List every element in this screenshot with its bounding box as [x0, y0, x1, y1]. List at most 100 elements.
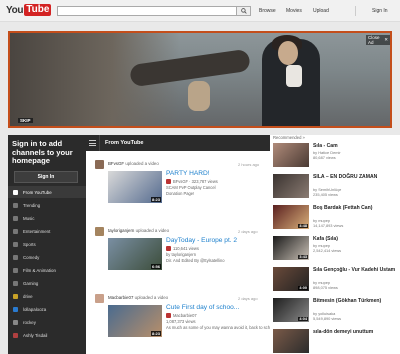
- sidebar-item[interactable]: drive: [8, 290, 86, 302]
- video-title[interactable]: DayToday - Europe pt. 2: [166, 237, 237, 244]
- video-thumbnail[interactable]: 8:23: [108, 171, 162, 203]
- sidebar-item[interactable]: Gaming: [8, 277, 86, 289]
- sidebar-item-icon: [12, 189, 19, 196]
- sidebar-item-label: Music: [23, 215, 35, 221]
- recommended-video[interactable]: SILA – EN DOĞRU ZAMAN by SemihUnlüçe 235,4…: [273, 174, 397, 204]
- video-title[interactable]: Cute First day of schoo...: [166, 304, 239, 311]
- user-avatar[interactable]: [95, 160, 104, 169]
- video-description-2: Donation Page!: [166, 191, 195, 196]
- video-duration: 6:56: [150, 264, 161, 269]
- video-title[interactable]: PARTY HARD!: [166, 170, 210, 177]
- recommended-title[interactable]: Sıla Gençoğlu - Vur Kadehi Ustam: [313, 267, 397, 273]
- signin-promo-text: Sign in to add channels to your homepage: [12, 139, 73, 166]
- recommended-title[interactable]: Sıla - Cam: [313, 143, 397, 149]
- search-button[interactable]: [237, 6, 251, 16]
- recommended-title[interactable]: SILA – EN DOĞRU ZAMAN: [313, 174, 397, 180]
- guide-sidebar: Sign in to add channels to your homepage…: [8, 135, 86, 354]
- video-meta-text: 110,641 views: [173, 246, 199, 251]
- video-duration: 4:48: [298, 224, 308, 228]
- sidebar-item-icon: [12, 254, 19, 261]
- upload-age: 2 days ago: [238, 228, 258, 234]
- skip-button[interactable]: SKIP: [18, 118, 33, 123]
- recommended-heading[interactable]: Recommended »: [273, 135, 305, 140]
- video-thumbnail[interactable]: 8:23: [108, 305, 162, 337]
- recommended-video[interactable]: Sıla - Cam by Hatice Demir 80,687 views: [273, 143, 397, 173]
- sidebar-item[interactable]: Sports: [8, 238, 86, 250]
- uploader-name[interactable]: tayloriganjern: [108, 228, 134, 233]
- nav-divider: [355, 6, 356, 16]
- uploader-name[interactable]: Macbarbie07: [108, 295, 133, 300]
- user-avatar[interactable]: [95, 227, 104, 236]
- recommended-video[interactable]: 4:48 Boş Bardak (Fettah Can) by mupep 14,14…: [273, 205, 397, 235]
- banner-ad[interactable]: SKIP Close Ad ✕: [8, 31, 392, 128]
- search-input[interactable]: [57, 6, 237, 16]
- sidebar-item-icon: [12, 306, 19, 313]
- nav-movies[interactable]: Movies: [286, 8, 302, 14]
- recommended-video[interactable]: 4:04 Bitmesin (Gökhan Türkmen) by yolluisa…: [273, 298, 397, 328]
- sidebar-item-label: Entertainment: [23, 228, 51, 234]
- sidebar-item-icon: [12, 241, 19, 248]
- close-ad-label: Close Ad: [368, 35, 380, 45]
- youtube-homepage: You Tube Browse Movies Upload Sign In SK…: [0, 0, 400, 354]
- sidebar-item-icon: [12, 332, 19, 339]
- close-icon: ✕: [384, 37, 388, 42]
- recommended-title[interactable]: Bitmesin (Gökhan Türkmen): [313, 298, 397, 304]
- recommended-thumbnail[interactable]: 4:48: [273, 205, 309, 229]
- user-avatar[interactable]: [95, 294, 104, 303]
- nav-upload[interactable]: Upload: [313, 8, 329, 14]
- upload-action: uploaded a video: [125, 161, 159, 166]
- sidebar-item[interactable]: Trending: [8, 199, 86, 211]
- upload-age: 2 days ago: [238, 295, 258, 301]
- video-duration: 8:23: [150, 331, 161, 336]
- sidebar-sign-in-button[interactable]: Sign In: [14, 171, 78, 183]
- logo-tube-text: Tube: [24, 4, 52, 16]
- sidebar-item-icon: [12, 215, 19, 222]
- video-duration: 3:43: [298, 255, 308, 259]
- sidebar-item-label: Ashly Tisdail: [23, 332, 48, 338]
- sign-in-link[interactable]: Sign In: [372, 8, 388, 14]
- sidebar-item[interactable]: Entertainment: [8, 225, 86, 237]
- feed-header: From YouTube: [86, 135, 270, 151]
- recommended-thumbnail[interactable]: [273, 329, 309, 353]
- channel-icon: [166, 313, 171, 319]
- sidebar-item-label: From YouTube: [23, 189, 52, 195]
- recommended-thumbnail[interactable]: 4:04: [273, 298, 309, 322]
- youtube-logo[interactable]: You Tube: [6, 4, 52, 16]
- channel-icon: [166, 246, 171, 252]
- recommended-thumbnail[interactable]: [273, 174, 309, 198]
- recommended-video[interactable]: 4:00 Sıla Gençoğlu - Vur Kadehi Ustam by m…: [273, 267, 397, 297]
- video-description: SCAM PvP Outplay Cancel: [166, 185, 216, 190]
- menu-icon[interactable]: [86, 135, 100, 151]
- masthead: You Tube Browse Movies Upload Sign In: [0, 0, 400, 22]
- sidebar-item[interactable]: Music: [8, 212, 86, 224]
- recommended-title[interactable]: Kafa (Sıla): [313, 236, 397, 242]
- close-ad-button[interactable]: Close Ad ✕: [366, 35, 390, 45]
- recommended-thumbnail[interactable]: 3:43: [273, 236, 309, 260]
- sidebar-item-label: Film & Animation: [23, 267, 56, 273]
- recommended-video[interactable]: sıla-dön demeyi unuttum: [273, 329, 397, 354]
- video-meta: BFvsGF · 323,787 views: [166, 179, 218, 185]
- recommended-thumbnail[interactable]: [273, 143, 309, 167]
- sidebar-item[interactable]: From YouTube: [8, 186, 86, 198]
- activity-feed: BFvsGF uploaded a video 2 hours ago 8:23 PA…: [86, 151, 280, 354]
- video-thumbnail[interactable]: 6:56: [108, 238, 162, 270]
- video-duration: 8:23: [150, 197, 161, 202]
- sidebar-item[interactable]: Ashly Tisdail: [8, 329, 86, 341]
- video-meta-text: Macbarbie07: [173, 313, 197, 318]
- sidebar-item[interactable]: lollapalooza: [8, 303, 86, 315]
- uploader-name[interactable]: BFvsGF: [108, 161, 124, 166]
- video-meta: 110,641 views: [166, 246, 199, 252]
- video-duration: 4:04: [298, 317, 308, 321]
- sidebar-item[interactable]: rockey: [8, 316, 86, 328]
- sidebar-item[interactable]: Comedy: [8, 251, 86, 263]
- recommended-title[interactable]: Boş Bardak (Fettah Can): [313, 205, 397, 211]
- recommended-title[interactable]: sıla-dön demeyi unuttum: [313, 329, 397, 335]
- logo-you-text: You: [6, 4, 24, 16]
- sidebar-item-label: Trending: [23, 202, 41, 208]
- video-duration: 4:00: [298, 286, 308, 290]
- sidebar-item-icon: [12, 293, 19, 300]
- nav-browse[interactable]: Browse: [259, 8, 276, 14]
- recommended-thumbnail[interactable]: 4:00: [273, 267, 309, 291]
- recommended-video[interactable]: 3:43 Kafa (Sıla) by mupep 2,542,414 views: [273, 236, 397, 266]
- sidebar-item[interactable]: Film & Animation: [8, 264, 86, 276]
